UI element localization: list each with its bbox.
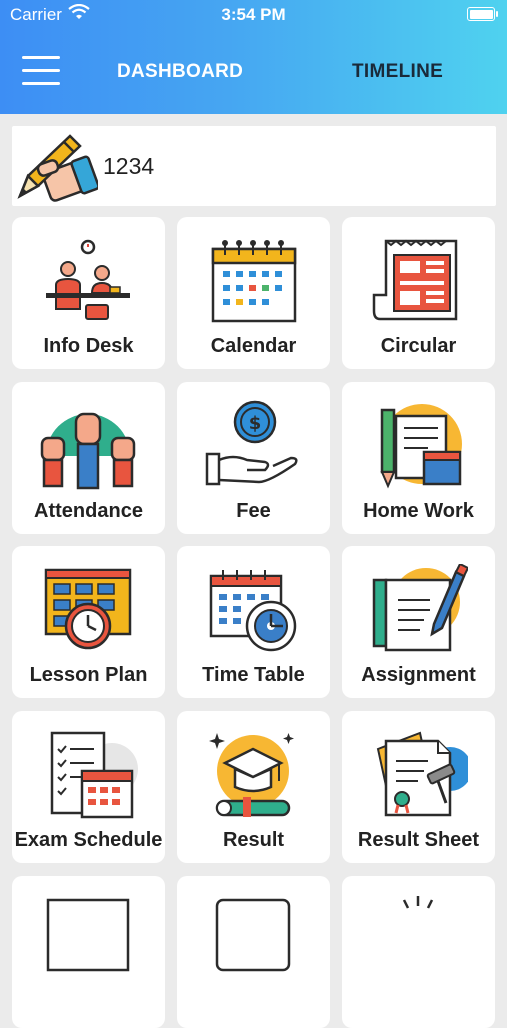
tile-exam-schedule[interactable]: Exam Schedule [12,711,165,863]
attendance-icon [40,412,136,490]
status-bar: Carrier 3:54 PM [0,0,507,30]
battery-icon [467,7,498,21]
tile-label: Exam Schedule [14,829,163,851]
home-work-icon [380,404,462,489]
svg-text:$: $ [249,413,262,434]
tile-label: Assignment [361,664,476,686]
result-icon [209,733,294,817]
info-desk-icon [46,239,130,320]
tile-partial-1[interactable] [12,876,165,1028]
tile-lesson-plan[interactable]: Lesson Plan [12,546,165,698]
tile-label: Fee [236,500,271,522]
tile-assignment[interactable]: Assignment [342,546,495,698]
tile-label: Result Sheet [357,829,480,851]
assignment-icon [372,564,468,652]
time-table-icon [209,570,297,652]
profile-card[interactable]: 1234 [12,126,496,206]
report-icon [215,898,291,972]
notice-board-icon [46,898,130,972]
tile-label: Circular [380,335,457,357]
status-time: 3:54 PM [221,5,286,24]
tile-result-sheet[interactable]: Result Sheet [342,711,495,863]
exam-schedule-icon [50,731,138,819]
calendar-icon [211,240,297,323]
tile-attendance[interactable]: Attendance [12,382,165,534]
tile-time-table[interactable]: Time Table [177,546,330,698]
tile-label: Lesson Plan [29,664,148,686]
tile-label: Home Work [363,500,474,522]
tile-partial-3[interactable] [342,876,495,1028]
circular-icon [372,239,458,321]
tile-label: Time Table [202,664,305,686]
tab-timeline[interactable]: TIMELINE [352,61,443,83]
tab-dashboard[interactable]: DASHBOARD [117,61,243,83]
tile-calendar[interactable]: Calendar [177,217,330,369]
tile-label: Info Desk [43,335,134,357]
tile-result[interactable]: Result [177,711,330,863]
tile-label: Calendar [210,335,297,357]
profile-id: 1234 [103,153,155,179]
tile-home-work[interactable]: Home Work [342,382,495,534]
idea-icon [402,896,434,909]
tile-info-desk[interactable]: Info Desk [12,217,165,369]
tile-label: Result [222,829,285,851]
tile-partial-2[interactable] [177,876,330,1028]
hamburger-menu-icon[interactable] [22,56,60,86]
app-header: Carrier 3:54 PM DASHBOARD TIMELINE [0,0,507,114]
result-sheet-icon [376,731,468,817]
fee-icon: $ [205,400,298,486]
lesson-plan-icon [44,568,132,650]
tile-label: Attendance [34,500,143,522]
tile-circular[interactable]: Circular [342,217,495,369]
tile-fee[interactable]: $ Fee [177,382,330,534]
pen-hand-icon [17,134,98,202]
